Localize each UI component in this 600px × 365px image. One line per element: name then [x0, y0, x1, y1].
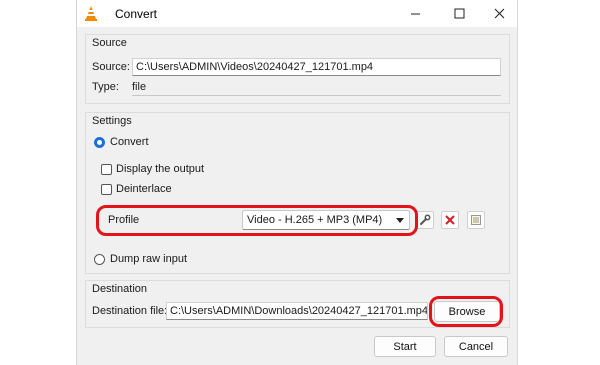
- dump-raw-radio[interactable]: [94, 254, 105, 265]
- settings-group-title: Settings: [92, 115, 132, 127]
- source-path-field[interactable]: C:\Users\ADMIN\Videos\20240427_121701.mp…: [132, 58, 501, 76]
- window-title: Convert: [115, 7, 158, 21]
- type-value: file: [132, 81, 147, 93]
- source-group-title: Source: [92, 37, 127, 49]
- profile-label: Profile: [108, 214, 140, 226]
- close-button[interactable]: [479, 0, 519, 27]
- source-group: Source Source: C:\Users\ADMIN\Videos\202…: [85, 34, 510, 104]
- minimize-icon: [410, 13, 420, 15]
- vlc-cone-icon: [85, 6, 97, 21]
- chevron-down-icon: [396, 218, 404, 223]
- settings-group: Settings Convert Display the output Dein…: [85, 112, 510, 274]
- convert-dialog: Convert Source Source: C:\Users\ADMIN\Vi…: [76, 0, 518, 365]
- profile-dropdown[interactable]: Video - H.265 + MP3 (MP4): [242, 210, 410, 230]
- destination-file-field[interactable]: C:\Users\ADMIN\Downloads\20240427_121701…: [166, 302, 428, 320]
- browse-button[interactable]: Browse: [434, 301, 500, 322]
- minimize-button[interactable]: [395, 0, 435, 27]
- convert-label: Convert: [110, 136, 149, 148]
- delete-profile-button[interactable]: [441, 211, 459, 229]
- edit-profile-button[interactable]: [416, 211, 434, 229]
- source-label: Source:: [92, 61, 130, 73]
- cancel-button[interactable]: Cancel: [444, 336, 508, 357]
- title-bar: Convert: [77, 0, 517, 27]
- deinterlace-label: Deinterlace: [116, 183, 172, 195]
- wrench-icon: [420, 214, 431, 225]
- deinterlace-checkbox[interactable]: [101, 184, 112, 195]
- maximize-icon: [454, 8, 464, 19]
- destination-group-title: Destination: [92, 283, 148, 295]
- destination-file-label: Destination file:: [92, 305, 168, 317]
- profile-selected-value: Video - H.265 + MP3 (MP4): [247, 214, 383, 226]
- display-output-checkbox[interactable]: [101, 164, 112, 175]
- maximize-button[interactable]: [439, 0, 479, 27]
- display-output-label: Display the output: [116, 163, 205, 175]
- start-button[interactable]: Start: [374, 336, 436, 357]
- convert-radio[interactable]: [94, 137, 105, 148]
- type-label: Type:: [92, 81, 119, 93]
- close-icon: [494, 8, 504, 19]
- delete-x-icon: [445, 215, 455, 225]
- type-underline: [132, 95, 501, 96]
- new-profile-icon: [471, 215, 481, 225]
- new-profile-button[interactable]: [467, 211, 485, 229]
- dump-raw-label: Dump raw input: [110, 253, 188, 265]
